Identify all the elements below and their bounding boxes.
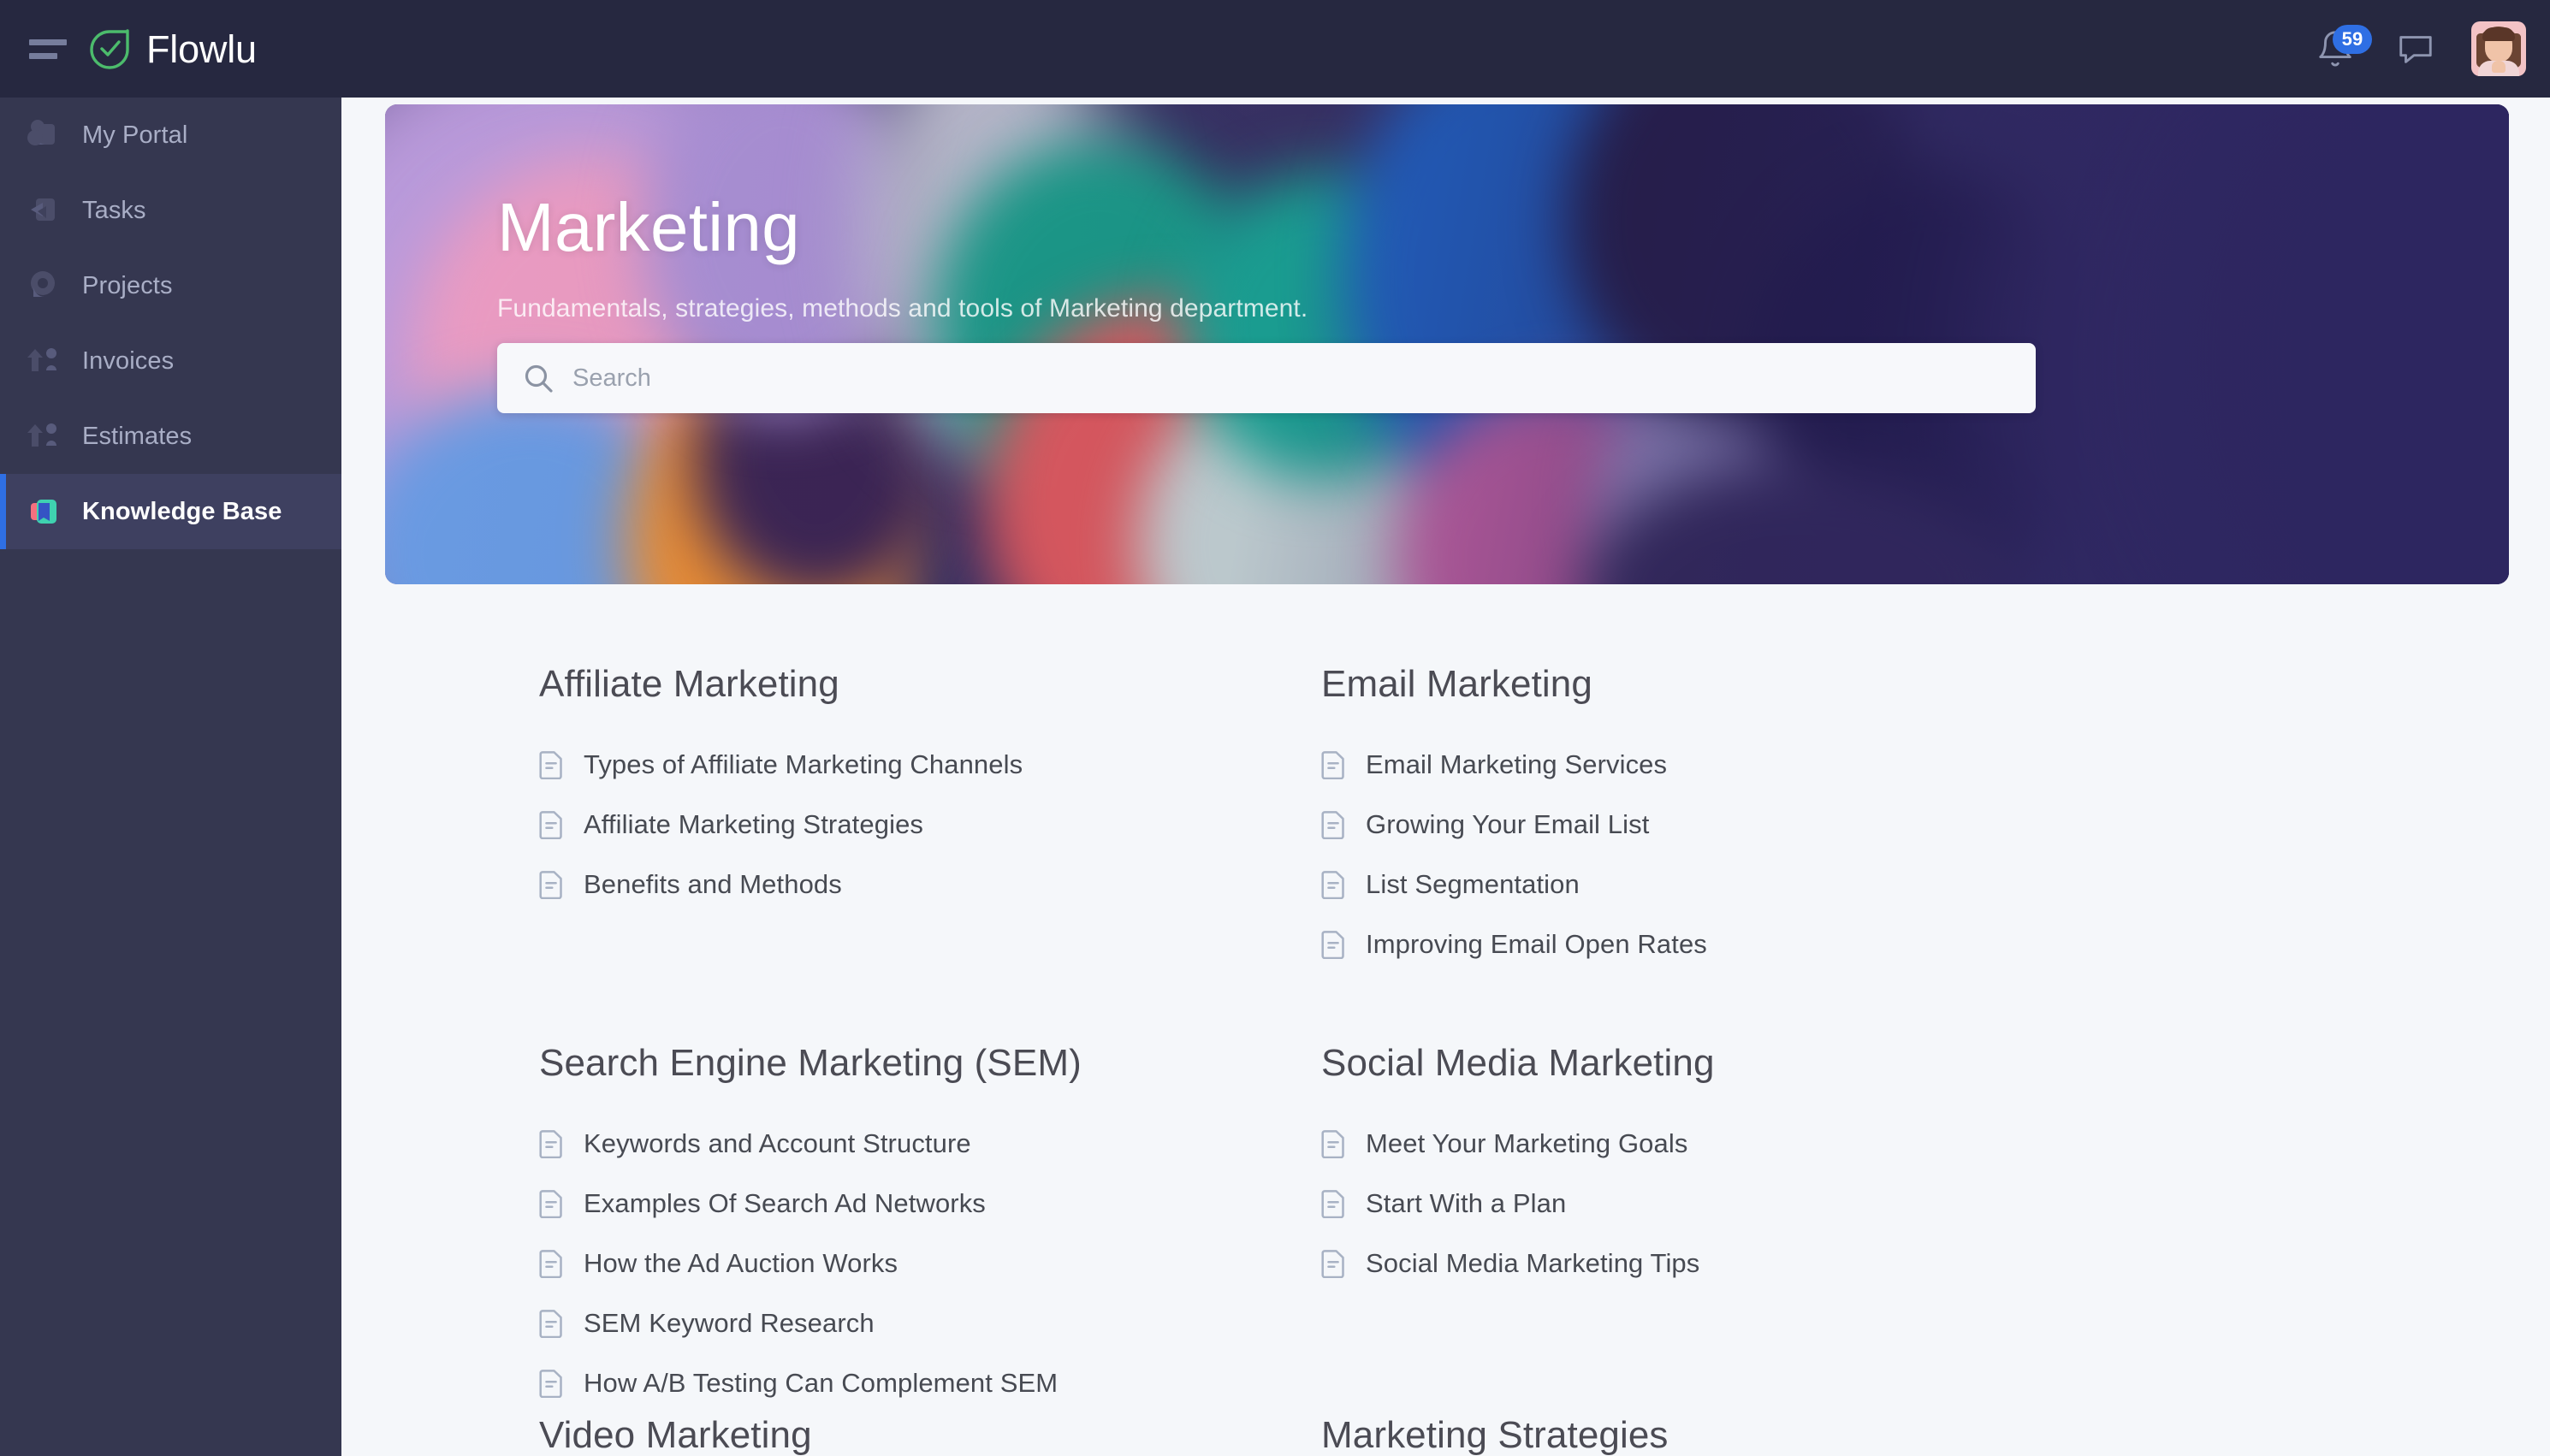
article-title: How the Ad Auction Works xyxy=(584,1247,898,1278)
article-title: Start With a Plan xyxy=(1366,1187,1567,1218)
article-title: SEM Keyword Research xyxy=(584,1307,875,1338)
document-icon xyxy=(1321,1189,1347,1219)
document-icon xyxy=(539,1249,565,1279)
document-icon xyxy=(1321,810,1347,840)
document-icon xyxy=(539,1189,565,1219)
category-title: Affiliate Marketing xyxy=(539,663,839,705)
grid-row-spacer xyxy=(539,974,2019,1041)
category-video-marketing: Video Marketing xyxy=(539,1413,1236,1456)
sidebar: My Portal Tasks Projects Invoices Estima… xyxy=(0,98,341,1456)
top-navigation-bar: Flowlu 59 xyxy=(0,0,2550,98)
list-item[interactable]: How A/B Testing Can Complement SEM xyxy=(539,1353,1236,1413)
document-icon xyxy=(1321,750,1347,780)
search-icon xyxy=(521,361,555,395)
list-item[interactable]: Types of Affiliate Marketing Channels xyxy=(539,735,1236,795)
category-title: Video Marketing xyxy=(539,1413,812,1456)
category-email-marketing: Email Marketing Email Marketing Services xyxy=(1321,662,2019,974)
document-icon xyxy=(539,870,565,900)
search-bar[interactable] xyxy=(497,343,2036,413)
flowlu-leaf-check-logo-icon xyxy=(89,27,132,70)
article-title: Meet Your Marketing Goals xyxy=(1366,1128,1688,1158)
category-affiliate-marketing: Affiliate Marketing Types of Affiliate M… xyxy=(539,662,1236,974)
list-item[interactable]: List Segmentation xyxy=(1321,855,2019,914)
article-title: Social Media Marketing Tips xyxy=(1366,1247,1700,1278)
sidebar-item-tasks[interactable]: Tasks xyxy=(0,173,341,248)
sidebar-item-label: Invoices xyxy=(82,346,175,375)
article-title: Growing Your Email List xyxy=(1366,808,1650,839)
list-item[interactable]: Social Media Marketing Tips xyxy=(1321,1234,2019,1293)
sidebar-item-invoices[interactable]: Invoices xyxy=(0,323,341,399)
brand-name: Flowlu xyxy=(146,27,257,71)
article-list: Meet Your Marketing Goals Start With a P… xyxy=(1321,1114,2019,1293)
document-icon xyxy=(1321,870,1347,900)
category-title: Marketing Strategies xyxy=(1321,1413,1669,1456)
article-list: Email Marketing Services Growing Your Em… xyxy=(1321,735,2019,974)
category-title: Search Engine Marketing (SEM) xyxy=(539,1041,1082,1084)
category-grid: Affiliate Marketing Types of Affiliate M… xyxy=(341,662,2550,1456)
knowledge-base-hero-banner: Marketing Fundamentals, strategies, meth… xyxy=(385,104,2509,584)
article-title: Affiliate Marketing Strategies xyxy=(584,808,924,839)
category-marketing-strategies: Marketing Strategies xyxy=(1321,1413,2019,1456)
invoices-icon xyxy=(24,341,63,381)
category-title: Social Media Marketing xyxy=(1321,1041,1715,1084)
list-item[interactable]: Examples Of Search Ad Networks xyxy=(539,1174,1236,1234)
list-item[interactable]: Start With a Plan xyxy=(1321,1174,2019,1234)
document-icon xyxy=(1321,1129,1347,1159)
document-icon xyxy=(1321,1249,1347,1279)
article-title: How A/B Testing Can Complement SEM xyxy=(584,1367,1059,1398)
document-icon xyxy=(539,810,565,840)
sidebar-item-my-portal[interactable]: My Portal xyxy=(0,98,341,173)
sidebar-item-knowledge-base[interactable]: Knowledge Base xyxy=(0,474,341,549)
list-item[interactable]: Meet Your Marketing Goals xyxy=(1321,1114,2019,1174)
article-title: Email Marketing Services xyxy=(1366,749,1668,779)
article-title: Improving Email Open Rates xyxy=(1366,928,1707,959)
document-icon xyxy=(539,1369,565,1399)
avatar[interactable] xyxy=(2471,21,2526,76)
topbar-actions: 59 xyxy=(2310,0,2526,98)
list-item[interactable]: Keywords and Account Structure xyxy=(539,1114,1236,1174)
category-social-media-marketing: Social Media Marketing Meet Your Marketi… xyxy=(1321,1041,2019,1413)
article-title: Benefits and Methods xyxy=(584,868,842,899)
article-list: Types of Affiliate Marketing Channels Af… xyxy=(539,735,1236,914)
my-portal-icon xyxy=(24,115,63,155)
document-icon xyxy=(1321,930,1347,960)
page-title: Marketing xyxy=(497,189,800,265)
document-icon xyxy=(539,1309,565,1339)
list-item[interactable]: How the Ad Auction Works xyxy=(539,1234,1236,1293)
messages-button[interactable] xyxy=(2391,24,2440,74)
list-item[interactable]: Growing Your Email List xyxy=(1321,795,2019,855)
article-title: Examples Of Search Ad Networks xyxy=(584,1187,986,1218)
article-title: Types of Affiliate Marketing Channels xyxy=(584,749,1023,779)
sidebar-item-label: Estimates xyxy=(82,422,193,450)
category-title: Email Marketing xyxy=(1321,663,1592,705)
main-content: Marketing Fundamentals, strategies, meth… xyxy=(341,98,2550,1456)
sidebar-item-label: My Portal xyxy=(82,121,188,149)
tasks-icon xyxy=(24,191,63,230)
document-icon xyxy=(539,750,565,780)
sidebar-item-label: Knowledge Base xyxy=(82,497,282,525)
notifications-button[interactable]: 59 xyxy=(2310,24,2372,74)
article-title: Keywords and Account Structure xyxy=(584,1128,971,1158)
list-item[interactable]: Email Marketing Services xyxy=(1321,735,2019,795)
estimates-icon xyxy=(24,417,63,456)
sidebar-item-estimates[interactable]: Estimates xyxy=(0,399,341,474)
article-title: List Segmentation xyxy=(1366,868,1580,899)
list-item[interactable]: Affiliate Marketing Strategies xyxy=(539,795,1236,855)
sidebar-item-label: Tasks xyxy=(82,196,146,224)
list-item[interactable]: SEM Keyword Research xyxy=(539,1293,1236,1353)
article-list: Keywords and Account Structure Examples … xyxy=(539,1114,1236,1413)
document-icon xyxy=(539,1129,565,1159)
projects-icon xyxy=(24,266,63,305)
sidebar-item-projects[interactable]: Projects xyxy=(0,248,341,323)
collapse-menu-icon[interactable] xyxy=(29,34,70,63)
category-search-engine-marketing: Search Engine Marketing (SEM) Keywords a… xyxy=(539,1041,1236,1413)
sidebar-item-label: Projects xyxy=(82,271,173,299)
page-subtitle: Fundamentals, strategies, methods and to… xyxy=(497,294,1308,323)
knowledge-base-icon xyxy=(24,492,63,531)
list-item[interactable]: Benefits and Methods xyxy=(539,855,1236,914)
notification-count-badge: 59 xyxy=(2333,25,2372,54)
list-item[interactable]: Improving Email Open Rates xyxy=(1321,914,2019,974)
search-input[interactable] xyxy=(572,343,2036,413)
brand-logo[interactable]: Flowlu xyxy=(89,27,257,70)
